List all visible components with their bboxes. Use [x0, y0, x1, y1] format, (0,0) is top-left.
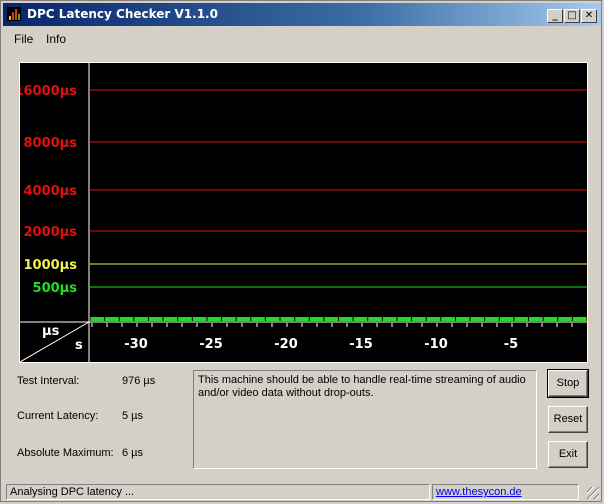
status-message-box: This machine should be able to handle re… — [193, 370, 537, 469]
app-bars-icon — [7, 7, 21, 21]
latency-bar — [148, 317, 163, 321]
latency-bar — [222, 317, 236, 321]
y-tick-label: 500µs — [33, 281, 78, 296]
stop-button[interactable]: Stop — [547, 369, 589, 398]
resize-grip[interactable] — [587, 487, 599, 499]
latency-bar — [529, 317, 543, 321]
latency-bar — [353, 317, 368, 321]
current-latency-label: Current Latency: — [17, 410, 99, 422]
latency-bar — [558, 317, 572, 321]
latency-bar — [280, 317, 295, 321]
latency-chart-svg: µs s 16000µs 8000µs 4000µs 2000µs 1000µs 500µ… — [20, 63, 587, 362]
latency-bar — [178, 317, 192, 321]
x-tick-label: -15 — [349, 337, 373, 352]
latency-bar — [455, 317, 470, 321]
latency-bar — [412, 317, 426, 321]
y-tick-label: 2000µs — [24, 225, 78, 240]
x-tick-label: -10 — [424, 337, 448, 352]
latency-bar — [397, 317, 412, 321]
latency-graph: µs s 16000µs 8000µs 4000µs 2000µs 1000µs 500µ… — [19, 62, 588, 363]
absolute-maximum-label: Absolute Maximum: — [17, 447, 114, 459]
maximize-button[interactable]: □ — [564, 9, 580, 23]
latency-bar — [295, 317, 309, 321]
reset-button[interactable]: Reset — [548, 406, 588, 433]
latency-bar — [324, 317, 338, 321]
latency-bar — [265, 317, 280, 321]
status-text: Analysing DPC latency ... — [6, 484, 430, 500]
latency-bar — [309, 317, 324, 321]
status-bar: Analysing DPC latency ... www.thesycon.d… — [3, 482, 601, 501]
website-panel: www.thesycon.de — [432, 484, 579, 500]
window-title: DPC Latency Checker V1.1.0 — [27, 7, 218, 21]
latency-bar — [485, 317, 499, 321]
title-bar[interactable]: DPC Latency Checker V1.1.0 _ □ ✕ — [3, 3, 601, 26]
latency-bar — [543, 317, 558, 321]
test-interval-value: 976 µs — [122, 375, 156, 387]
x-tick-label: -25 — [199, 337, 223, 352]
latency-bar — [339, 317, 353, 321]
y-tick-label: 4000µs — [24, 184, 78, 199]
latency-bar — [470, 317, 485, 321]
latency-bar — [207, 317, 222, 321]
latency-bar — [134, 317, 148, 321]
menu-file[interactable]: File — [14, 32, 33, 46]
latency-bar — [572, 317, 587, 321]
latency-bar — [382, 317, 397, 321]
y-tick-label: 8000µs — [24, 136, 78, 151]
x-tick-label: -30 — [124, 337, 148, 352]
app-window: DPC Latency Checker V1.1.0 _ □ ✕ File In… — [0, 0, 602, 502]
menu-info[interactable]: Info — [46, 32, 66, 46]
menu-bar: File Info — [3, 28, 601, 48]
y-tick-label: 1000µs — [24, 258, 78, 273]
latency-bar — [192, 317, 207, 321]
close-button[interactable]: ✕ — [581, 9, 597, 23]
latency-bar — [119, 317, 134, 321]
latency-bar — [236, 317, 251, 321]
test-interval-label: Test Interval: — [17, 375, 80, 387]
latency-bar — [105, 317, 119, 321]
website-link[interactable]: www.thesycon.de — [436, 486, 522, 498]
minimize-button[interactable]: _ — [547, 9, 563, 23]
latency-bar — [163, 317, 178, 321]
latency-bar — [251, 317, 265, 321]
latency-bar — [368, 317, 382, 321]
latency-bar — [499, 317, 514, 321]
x-tick-label: -20 — [274, 337, 298, 352]
latency-bar — [514, 317, 529, 321]
y-unit-label: µs — [42, 324, 60, 339]
y-tick-label: 16000µs — [20, 84, 77, 99]
latency-bar — [441, 317, 455, 321]
x-tick-label: -5 — [504, 337, 518, 352]
latency-bar — [426, 317, 441, 321]
absolute-maximum-value: 6 µs — [122, 447, 144, 459]
exit-button[interactable]: Exit — [548, 441, 588, 468]
latency-bar — [90, 317, 105, 321]
x-unit-label: s — [75, 338, 83, 353]
current-latency-value: 5 µs — [122, 410, 144, 422]
